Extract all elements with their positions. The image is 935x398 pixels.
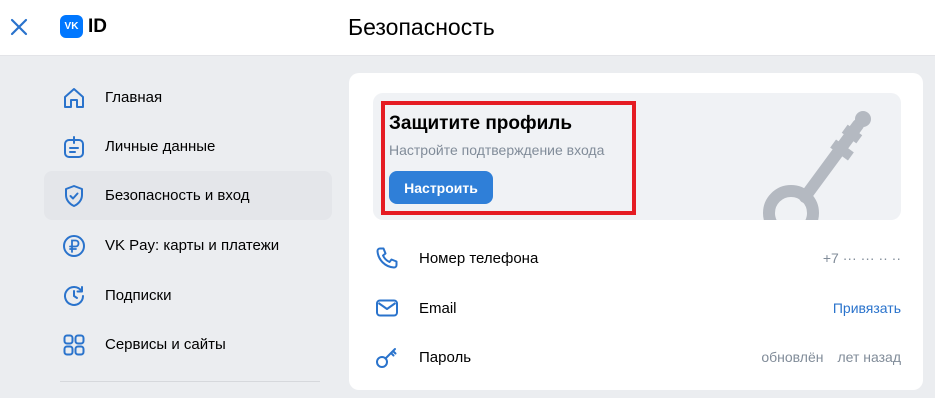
logo-text: ID [88,15,107,37]
personal-data-icon [60,133,88,161]
services-icon [60,331,88,359]
row-label: Номер телефона [419,249,539,267]
page-title: Безопасность [348,14,495,40]
key-icon [373,343,401,371]
row-label: Пароль [419,348,472,366]
sidebar-item-security[interactable]: Безопасность и вход [44,171,332,220]
sidebar-item-label: Личные данные [105,138,216,155]
sidebar-item-vk-pay[interactable]: VK Pay: карты и платежи [44,221,332,270]
sidebar-item-subscriptions[interactable]: Подписки [44,271,332,320]
setup-button[interactable]: Настроить [389,171,493,204]
phone-row[interactable]: Номер телефона +7 ··· ··· ·· ·· [373,235,901,281]
password-row[interactable]: Пароль обновлён лет назад [373,334,901,380]
sidebar-item-label: Сервисы и сайты [105,336,226,353]
ruble-icon [60,232,88,260]
sidebar-item-home[interactable]: Главная [44,73,332,122]
mail-icon [373,294,401,322]
close-icon [10,18,28,36]
shield-icon [60,182,88,210]
sidebar-item-label: Главная [105,89,163,106]
password-updated-time: лет назад [837,349,901,365]
security-card: Защитите профиль Настройте подтверждение… [349,73,923,390]
promo-title: Защитите профиль [389,113,573,134]
phone-icon [373,244,401,272]
row-label: Email [419,299,457,317]
sidebar-item-personal-data[interactable]: Личные данные [44,122,332,171]
vk-logo-mark: VK [60,15,83,38]
sidebar-item-label: Безопасность и вход [105,187,250,204]
email-row[interactable]: Email Привязать [373,285,901,331]
subscriptions-icon [60,282,88,310]
close-button[interactable] [6,14,32,40]
sidebar-item-services[interactable]: Сервисы и сайты [44,320,332,369]
password-updated-label: обновлён [761,349,824,365]
password-updated-value: обновлён лет назад [761,349,901,365]
top-bar: VK ID Безопасность [0,0,935,56]
sidebar-divider [60,381,320,382]
promo-subtitle: Настройте подтверждение входа [389,142,605,158]
sidebar-item-label: VK Pay: карты и платежи [105,237,280,254]
phone-value: +7 ··· ··· ·· ·· [822,250,901,266]
home-icon [60,84,88,112]
sidebar-item-label: Подписки [105,287,172,304]
protect-profile-banner: Защитите профиль Настройте подтверждение… [373,93,901,220]
bind-email-link[interactable]: Привязать [833,300,901,316]
key-illustration-icon [763,111,871,220]
vk-id-logo[interactable]: VK ID [60,15,107,38]
